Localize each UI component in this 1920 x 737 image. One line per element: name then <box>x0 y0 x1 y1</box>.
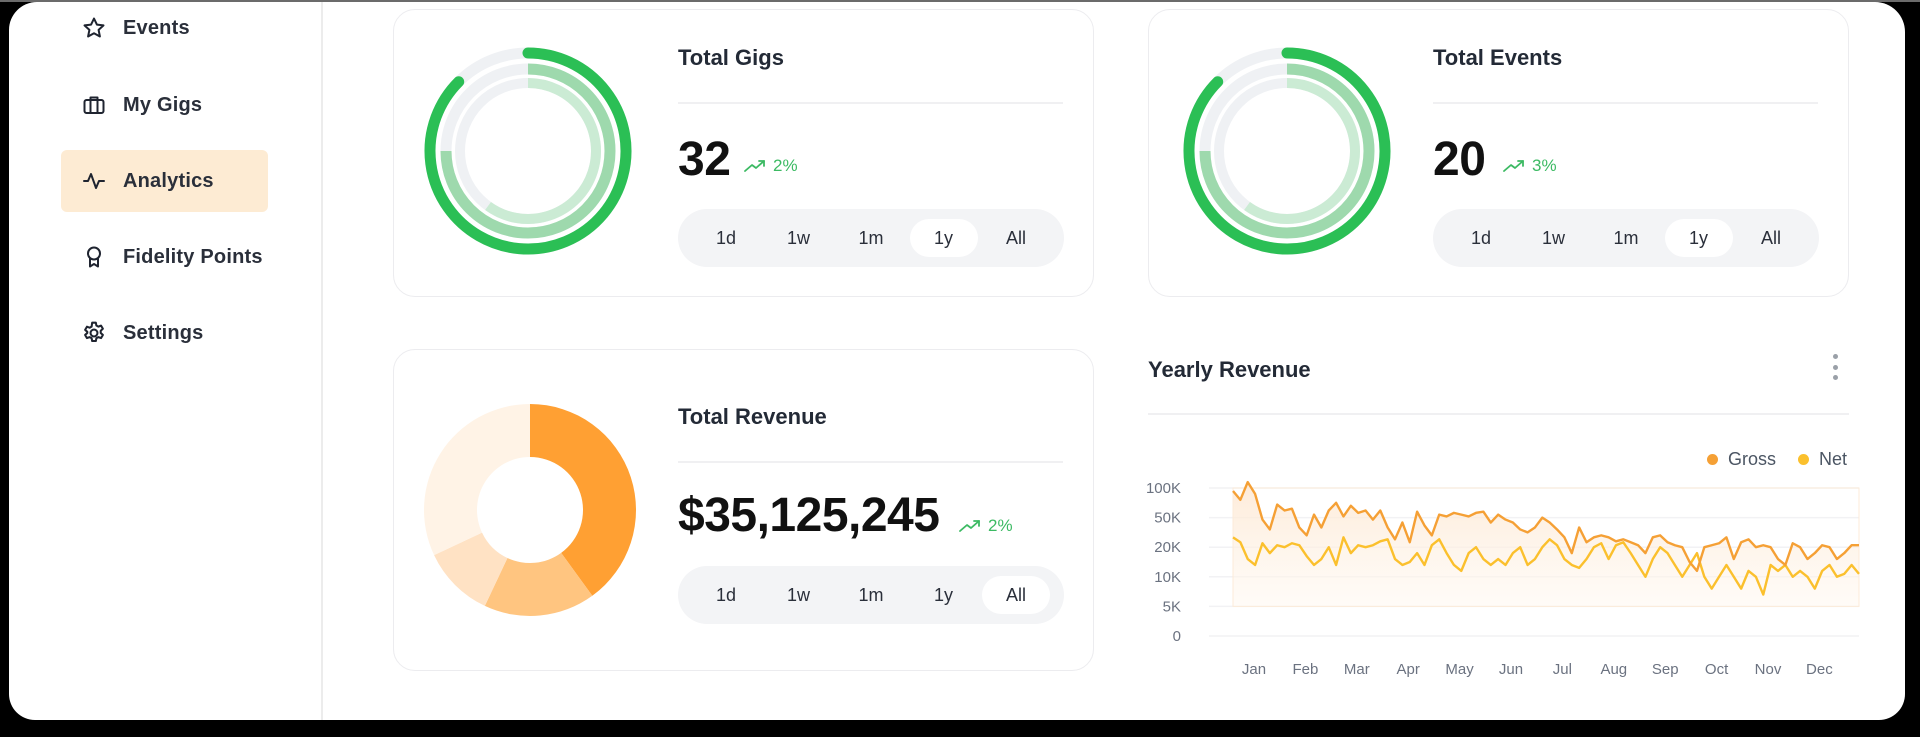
gross-legend-dot <box>1706 454 1718 465</box>
x-tick-label: May <box>1445 661 1474 678</box>
y-tick-label: 0 <box>1173 628 1181 645</box>
period-selector: 1d 1w 1m 1y All <box>1433 209 1819 267</box>
sidebar-item-my-gigs[interactable]: My Gigs <box>61 74 268 136</box>
period-1m-button[interactable]: 1m <box>837 219 905 257</box>
total-revenue-value: $35,125,245 <box>678 489 940 542</box>
delta-badge: 2% <box>959 516 1013 536</box>
x-tick-label: Oct <box>1705 661 1729 678</box>
y-tick-label: 5K <box>1163 598 1181 615</box>
sidebar-item-label: My Gigs <box>123 93 203 116</box>
x-tick-label: Sep <box>1652 661 1679 678</box>
period-all-button[interactable]: All <box>982 576 1050 614</box>
sidebar-item-label: Settings <box>123 321 204 344</box>
sidebar-item-events[interactable]: Events <box>61 2 268 59</box>
title-divider <box>1433 102 1818 104</box>
total-gigs-value: 32 <box>678 133 731 186</box>
y-tick-label: 100K <box>1146 480 1181 497</box>
x-tick-label: Nov <box>1755 661 1782 678</box>
card-title: Total Gigs <box>678 45 784 70</box>
period-1y-button[interactable]: 1y <box>910 576 978 614</box>
period-all-button[interactable]: All <box>982 219 1050 257</box>
x-tick-label: Jun <box>1499 661 1523 678</box>
legend-item-net[interactable]: Net <box>1797 449 1847 470</box>
period-1m-button[interactable]: 1m <box>837 576 905 614</box>
period-1d-button[interactable]: 1d <box>1447 219 1515 257</box>
activity-icon <box>81 168 107 194</box>
revenue-donut-chart <box>424 404 637 616</box>
x-tick-label: Feb <box>1292 661 1318 678</box>
award-icon <box>81 244 107 270</box>
legend-label: Gross <box>1727 449 1776 469</box>
period-all-button[interactable]: All <box>1737 219 1805 257</box>
period-1w-button[interactable]: 1w <box>1520 219 1588 257</box>
card-title: Total Events <box>1433 45 1563 70</box>
y-tick-label: 10K <box>1154 569 1181 586</box>
ring-progress-inner <box>1244 78 1360 224</box>
period-selector: 1d 1w 1m 1y All <box>678 209 1064 267</box>
period-1d-button[interactable]: 1d <box>692 576 760 614</box>
delta-value: 2% <box>988 516 1013 535</box>
sidebar-item-fidelity-points[interactable]: Fidelity Points <box>61 226 268 288</box>
kebab-menu-icon[interactable] <box>1827 354 1843 380</box>
donut-slice[interactable] <box>424 404 530 556</box>
trending-up-icon <box>959 520 980 532</box>
sidebar-item-settings[interactable]: Settings <box>61 302 268 364</box>
period-1y-button[interactable]: 1y <box>909 219 978 257</box>
briefcase-icon <box>81 92 107 118</box>
y-tick-label: 50K <box>1154 510 1181 527</box>
period-1w-button[interactable]: 1w <box>765 576 833 614</box>
delta-value: 3% <box>1532 156 1557 175</box>
y-tick-label: 20K <box>1154 539 1181 556</box>
period-1m-button[interactable]: 1m <box>1592 219 1660 257</box>
star-icon <box>81 15 107 41</box>
net-legend-dot <box>1797 454 1809 465</box>
x-tick-label: Apr <box>1397 661 1420 678</box>
delta-badge: 3% <box>1503 156 1557 176</box>
period-selector: 1d 1w 1m 1y All <box>678 566 1064 624</box>
x-tick-label: Aug <box>1600 661 1627 678</box>
trending-up-icon <box>1503 160 1524 172</box>
chart-legend: Gross Net <box>1685 449 1847 470</box>
sidebar-item-analytics[interactable]: Analytics <box>61 150 268 212</box>
total-gigs-card: Total Gigs 32 2% 1d 1w 1m 1y All <box>393 9 1094 297</box>
x-tick-label: Mar <box>1344 661 1370 678</box>
total-revenue-card: Total Revenue $35,125,245 2% 1d 1w 1m 1y… <box>393 349 1094 671</box>
period-1w-button[interactable]: 1w <box>765 219 833 257</box>
legend-label: Net <box>1818 449 1847 469</box>
sidebar-item-label: Fidelity Points <box>123 245 263 268</box>
sidebar-item-label: Events <box>123 16 190 39</box>
yearly-revenue-line-chart: 0 5K 10K 20K 50K 100K Jan Feb Mar Apr May Jun Jul Aug… <box>1146 480 1860 678</box>
events-ring-chart <box>1183 47 1391 255</box>
gear-icon <box>81 320 107 346</box>
x-tick-label: Jul <box>1553 661 1572 678</box>
trending-up-icon <box>744 160 765 172</box>
delta-badge: 2% <box>744 156 798 176</box>
title-divider <box>678 102 1063 104</box>
delta-value: 2% <box>773 156 798 175</box>
period-1y-button[interactable]: 1y <box>1664 219 1733 257</box>
chart-header-divider <box>1148 413 1849 415</box>
title-divider <box>678 461 1063 463</box>
legend-item-gross[interactable]: Gross <box>1706 449 1776 470</box>
x-tick-label: Jan <box>1242 661 1266 678</box>
gigs-ring-chart <box>424 47 632 255</box>
period-1d-button[interactable]: 1d <box>692 219 760 257</box>
total-events-value: 20 <box>1433 133 1486 186</box>
sidebar: Events My Gigs Analytics Fidelity Points… <box>9 2 323 720</box>
sidebar-item-label: Analytics <box>123 169 214 192</box>
x-tick-label: Dec <box>1806 661 1833 678</box>
chart-title: Yearly Revenue <box>1148 357 1311 382</box>
card-title: Total Revenue <box>678 404 827 429</box>
total-events-card: Total Events 20 3% 1d 1w 1m 1y All <box>1148 9 1849 297</box>
app-window: Events My Gigs Analytics Fidelity Points… <box>9 2 1905 720</box>
ring-progress-inner <box>485 78 601 224</box>
